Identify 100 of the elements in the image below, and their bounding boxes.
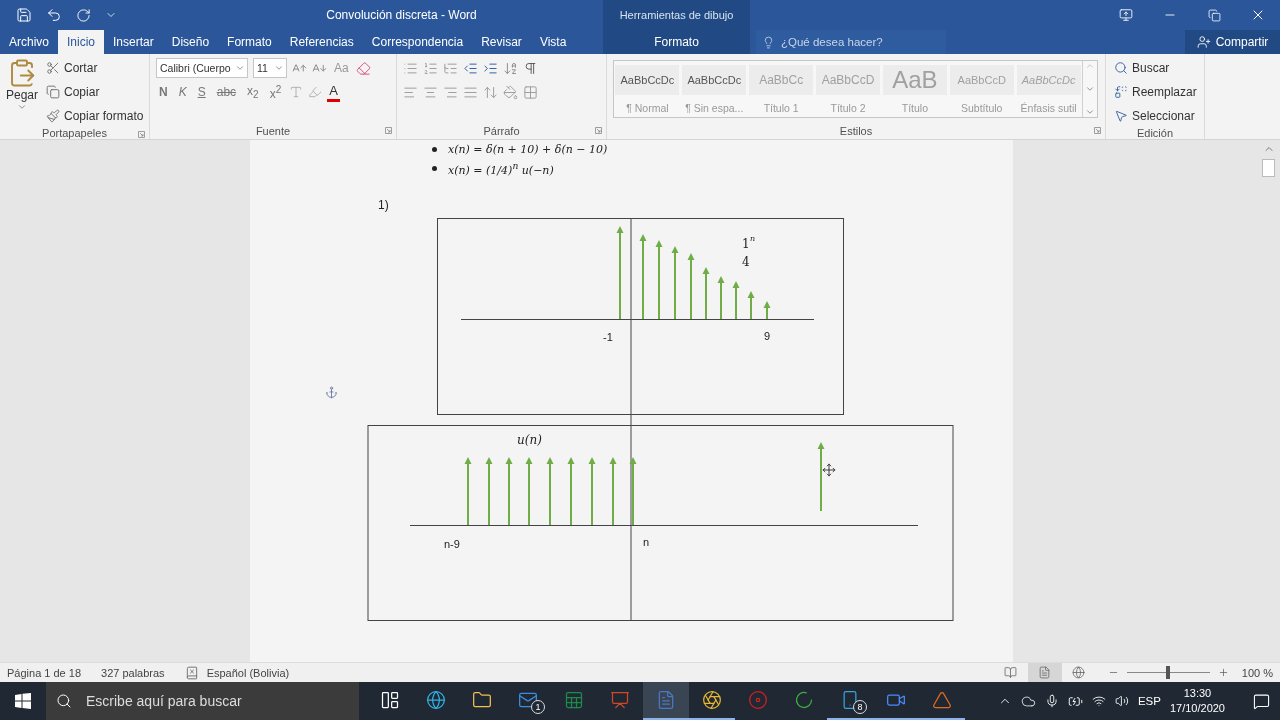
pointer-icon[interactable]: [1114, 109, 1128, 123]
lightbulb-icon[interactable]: [762, 35, 775, 49]
web-layout-icon[interactable]: [1072, 666, 1086, 679]
cloud-icon[interactable]: [1020, 693, 1036, 709]
format-button[interactable]: x$^{2}$: [266, 82, 285, 102]
notification-badge: 8: [853, 700, 867, 714]
save-icon[interactable]: [16, 7, 32, 23]
folder-icon[interactable]: [472, 690, 492, 710]
undo-icon[interactable]: [46, 7, 62, 23]
search-icon[interactable]: [56, 693, 72, 709]
caret-icon[interactable]: [274, 63, 284, 73]
editing-action[interactable]: Buscar: [1112, 58, 1199, 78]
pilcrow-icon[interactable]: [523, 60, 538, 76]
multilevel-list-icon[interactable]: [443, 60, 458, 76]
sort-icon[interactable]: [503, 60, 518, 76]
zoom-slider-thumb[interactable]: [1166, 666, 1171, 679]
editing-action[interactable]: Reemplazar: [1112, 82, 1199, 102]
format-button[interactable]: S: [194, 82, 209, 102]
language-label[interactable]: Español (Bolivia): [206, 666, 290, 679]
ribbon-tab[interactable]: Formato: [603, 30, 750, 54]
more-styles-icon[interactable]: [1085, 107, 1095, 117]
taskbar-search-field[interactable]: Escribe aquí para buscar: [46, 682, 359, 720]
caret-icon[interactable]: [235, 63, 245, 73]
paintbrush-icon[interactable]: [46, 109, 61, 123]
group-label: Edición: [1136, 126, 1174, 139]
stem-arrow: [485, 457, 493, 526]
document-icon[interactable]: [656, 690, 676, 710]
dialog-launcher-icon[interactable]: [385, 127, 392, 134]
scrollbar-thumb[interactable]: [1262, 159, 1275, 177]
page-count[interactable]: Página 1 de 18: [7, 666, 81, 679]
ring-icon[interactable]: [794, 690, 814, 710]
font-size-select[interactable]: 11: [253, 58, 287, 78]
numbered-list-icon[interactable]: [423, 60, 438, 76]
proofing-icon[interactable]: [184, 665, 199, 680]
scroll-down-icon[interactable]: [1085, 84, 1095, 94]
scissors-icon[interactable]: [46, 61, 61, 75]
align-justify-icon[interactable]: [463, 84, 478, 100]
zoom-level[interactable]: 100 %: [1241, 666, 1273, 679]
mail-icon[interactable]: [518, 690, 538, 710]
format-button[interactable]: K: [175, 82, 190, 102]
replace-icon[interactable]: [1114, 85, 1128, 99]
wifi-icon[interactable]: [1091, 694, 1106, 708]
word-count[interactable]: 327 palabras: [101, 666, 165, 679]
bullet-list-icon[interactable]: [403, 60, 418, 76]
stem-arrow: [464, 457, 472, 526]
ribbon-tab[interactable]: Correspondencia: [362, 30, 473, 54]
view-button[interactable]: [1027, 662, 1062, 683]
caret-icon[interactable]: [17, 102, 27, 112]
align-right-icon[interactable]: [443, 84, 458, 100]
user-plus-icon[interactable]: [1196, 35, 1211, 49]
microphone-icon[interactable]: [1044, 694, 1059, 708]
task-view-icon[interactable]: [380, 690, 400, 710]
line-spacing-icon[interactable]: [483, 84, 498, 100]
ribbon-tab[interactable]: Archivo: [0, 30, 58, 54]
presentation-icon[interactable]: [610, 690, 630, 710]
dialog-launcher-icon[interactable]: [138, 131, 145, 138]
indent-increase-icon[interactable]: [483, 60, 498, 76]
taskbar-app-button[interactable]: 8: [827, 682, 873, 720]
input-language[interactable]: ESP: [1137, 695, 1161, 707]
borders-icon[interactable]: [523, 84, 538, 100]
taskbar-search-input[interactable]: Escribe aquí para buscar: [84, 686, 344, 716]
dialog-launcher-icon[interactable]: [595, 127, 602, 134]
clock[interactable]: 13:30 17/10/2020: [1169, 686, 1225, 716]
paint-bucket-icon[interactable]: [503, 84, 518, 100]
ribbon-tab[interactable]: Formato: [218, 30, 281, 54]
ribbon-tab[interactable]: Vista: [530, 30, 576, 54]
ribbon-tab[interactable]: Diseño: [162, 30, 219, 54]
eraser-icon[interactable]: [355, 60, 371, 76]
ribbon-tab[interactable]: Insertar: [104, 30, 163, 54]
copy-icon[interactable]: [46, 85, 61, 99]
ribbon-tab[interactable]: Inicio: [58, 30, 105, 54]
align-center-icon[interactable]: [423, 84, 438, 100]
share-button[interactable]: Compartir: [1185, 30, 1280, 54]
font-color-button[interactable]: A: [327, 82, 340, 102]
tell-me-field[interactable]: ¿Qué desea hacer?: [756, 30, 946, 54]
format-button[interactable]: x$_{2}$: [244, 82, 262, 102]
zoom-in-icon[interactable]: [1217, 667, 1229, 678]
dialog-launcher-icon[interactable]: [1094, 127, 1101, 134]
clipboard-action[interactable]: Copiar formato: [44, 106, 146, 126]
ribbon-tab[interactable]: Referencias: [280, 30, 363, 54]
tell-me-input[interactable]: ¿Qué desea hacer?: [779, 32, 940, 52]
ribbon-tab[interactable]: Revisar: [472, 30, 531, 54]
spreadsheet-icon[interactable]: [564, 690, 584, 710]
indent-decrease-icon[interactable]: [463, 60, 478, 76]
notifications-icon[interactable]: [1253, 692, 1270, 710]
align-left-icon[interactable]: [403, 84, 418, 100]
format-button[interactable]: abc: [213, 82, 240, 102]
speaker-icon[interactable]: [1114, 694, 1129, 708]
paste-button[interactable]: Pegar: [6, 58, 39, 126]
taskbar-app-button[interactable]: 1: [505, 682, 551, 720]
group-label: Párrafo: [483, 124, 520, 137]
group-label: Estilos: [839, 124, 873, 137]
font-name-select[interactable]: Calibri (Cuerpo: [156, 58, 248, 78]
format-button[interactable]: N: [156, 82, 171, 102]
clipboard-action[interactable]: Copiar: [44, 82, 146, 102]
restore-icon[interactable]: [1207, 8, 1221, 22]
ribbon-display-icon[interactable]: [1119, 8, 1133, 22]
clipboard-action[interactable]: Cortar: [44, 58, 146, 78]
editing-action[interactable]: Seleccionar: [1112, 106, 1199, 126]
redo-icon[interactable]: [76, 7, 91, 23]
